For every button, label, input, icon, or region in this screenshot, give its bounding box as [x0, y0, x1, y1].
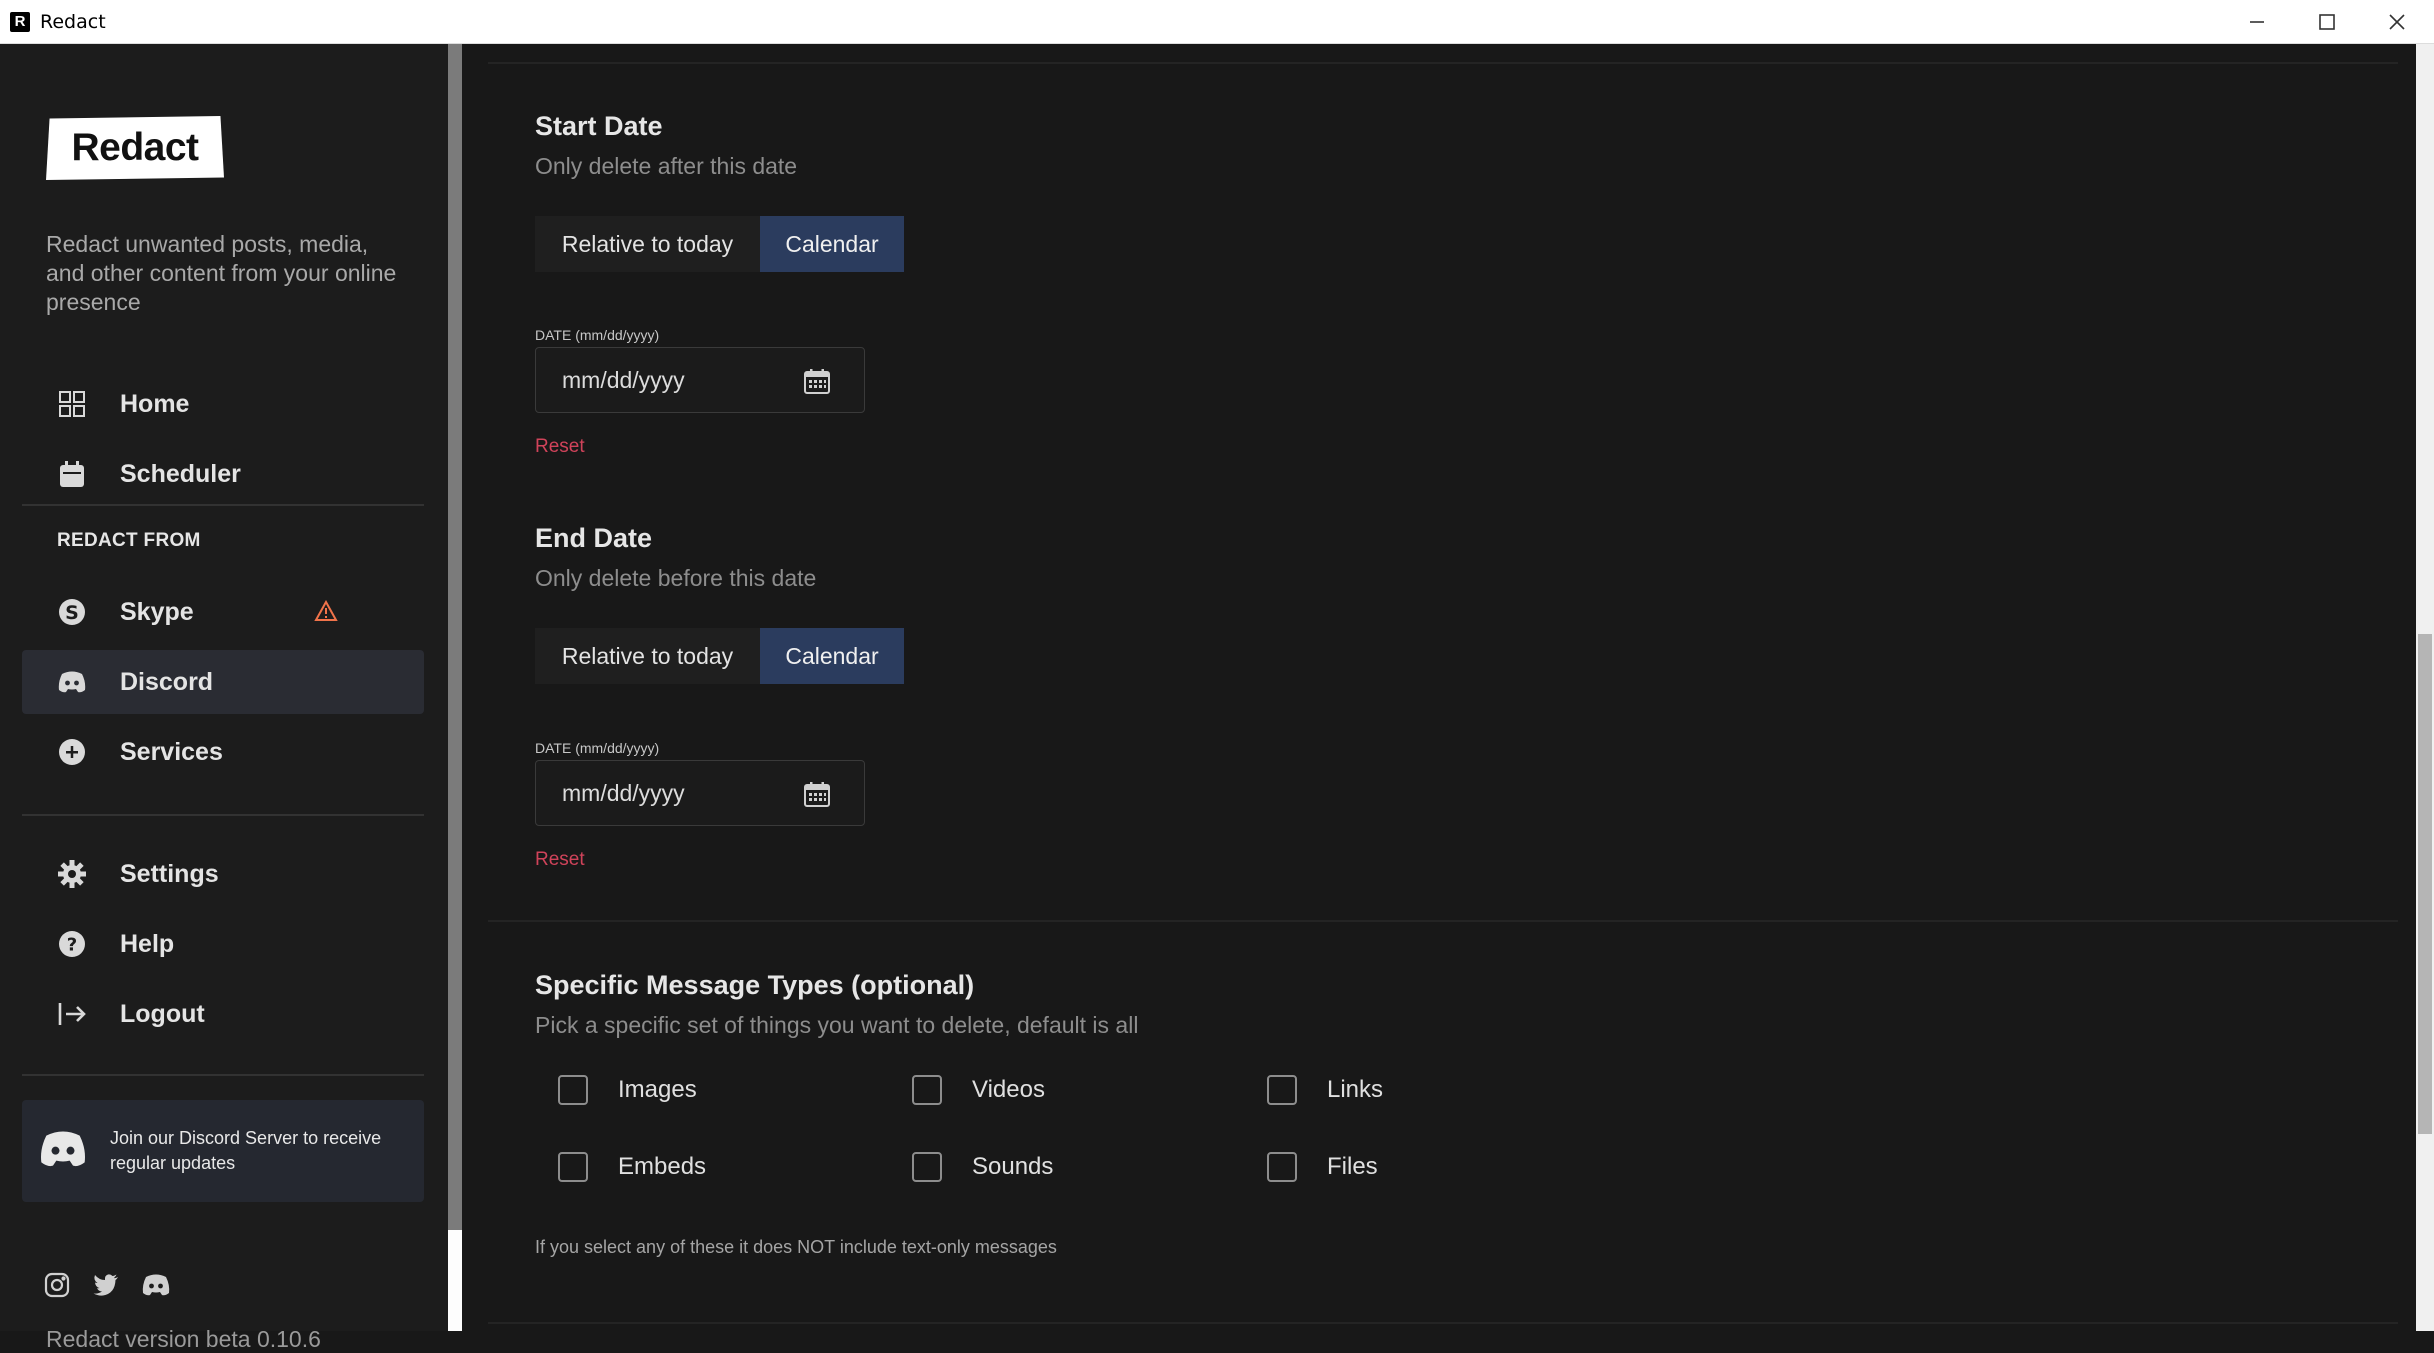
sidebar-item-scheduler[interactable]: Scheduler [22, 442, 424, 506]
logout-icon [54, 996, 90, 1032]
grid-icon [54, 386, 90, 422]
checkbox-label: Files [1327, 1153, 1378, 1180]
checkbox-links[interactable]: Links [1267, 1074, 1383, 1106]
warning-icon [314, 599, 338, 627]
end-calendar-option[interactable]: Calendar [760, 628, 904, 684]
start-calendar-option[interactable]: Calendar [760, 216, 904, 272]
gear-icon [54, 856, 90, 892]
discord-join-card[interactable]: Join our Discord Server to receive regul… [22, 1100, 424, 1202]
sidebar-item-label: Home [120, 389, 190, 418]
checkbox-images[interactable]: Images [558, 1074, 697, 1106]
tagline: Redact unwanted posts, media, and other … [46, 231, 397, 315]
svg-text:S: S [65, 602, 79, 624]
sidebar-item-label: Services [120, 737, 223, 766]
checkbox-box[interactable] [1267, 1152, 1297, 1182]
checkbox-box[interactable] [558, 1152, 588, 1182]
section-divider [488, 1322, 2398, 1324]
end-date-title: End Date [535, 523, 653, 553]
sidebar-item-label: Scheduler [120, 459, 241, 488]
plus-circle-icon [54, 734, 90, 770]
checkbox-videos[interactable]: Videos [912, 1074, 1045, 1106]
sidebar-item-home[interactable]: Home [22, 372, 424, 436]
checkbox-label: Embeds [618, 1153, 707, 1180]
start-date-input[interactable]: mm/dd/yyyy [535, 347, 865, 413]
sidebar-item-label: Skype [120, 597, 194, 626]
start-date-title: Start Date [535, 111, 663, 141]
section-divider [488, 62, 2398, 64]
message-types-note: If you select any of these it does NOT i… [535, 1237, 1057, 1257]
checkbox-label: Videos [972, 1076, 1045, 1103]
checkbox-label: Images [618, 1076, 697, 1103]
main-scrollbar-thumb[interactable] [2418, 634, 2432, 1134]
sidebar-item-discord[interactable]: Discord [22, 650, 424, 714]
checkbox-box[interactable] [912, 1152, 942, 1182]
checkbox-label: Sounds [972, 1153, 1054, 1180]
sidebar-divider [22, 504, 424, 506]
sidebar-item-label: Discord [120, 667, 214, 696]
sidebar-item-skype[interactable]: S Skype [22, 580, 424, 644]
close-button[interactable] [2362, 0, 2432, 44]
end-date-mode-toggle: Relative to today Calendar [535, 628, 904, 684]
window-title: Redact [40, 10, 106, 33]
sidebar-divider [22, 1074, 424, 1076]
message-types-subtitle: Pick a specific set of things you want t… [535, 1012, 1139, 1038]
svg-text:?: ? [67, 935, 77, 956]
sidebar-scrollbar[interactable] [448, 44, 462, 1331]
discord-icon[interactable] [141, 1270, 171, 1300]
section-divider [488, 920, 2398, 922]
end-date-reset-link[interactable]: Reset [535, 849, 585, 871]
discord-icon [54, 664, 90, 700]
checkbox-box[interactable] [912, 1075, 942, 1105]
minimize-button[interactable] [2222, 0, 2292, 44]
twitter-icon[interactable] [91, 1270, 121, 1300]
discord-icon [38, 1129, 90, 1174]
end-date-subtitle: Only delete before this date [535, 565, 817, 591]
instagram-icon[interactable] [42, 1270, 72, 1300]
maximize-icon [2319, 14, 2335, 30]
message-types-title: Specific Message Types (optional) [535, 970, 975, 1000]
end-relative-option[interactable]: Relative to today [535, 628, 760, 684]
main-scrollbar[interactable] [2416, 44, 2434, 1331]
start-date-mode-toggle: Relative to today Calendar [535, 216, 904, 272]
sidebar-item-help[interactable]: ? Help [22, 912, 424, 976]
checkbox-embeds[interactable]: Embeds [558, 1151, 706, 1183]
start-date-placeholder: mm/dd/yyyy [562, 366, 685, 393]
discord-card-text: Join our Discord Server to receive regul… [110, 1128, 382, 1173]
end-date-input[interactable]: mm/dd/yyyy [535, 760, 865, 826]
version-label: Redact version beta 0.10.6 [46, 1326, 321, 1352]
sidebar-item-label: Settings [120, 859, 219, 888]
calendar-picker-icon[interactable] [804, 781, 830, 812]
checkbox-box[interactable] [1267, 1075, 1297, 1105]
sidebar: Redact Redact unwanted posts, media, and… [0, 44, 448, 1352]
sidebar-item-services[interactable]: Services [22, 720, 424, 784]
sidebar-item-settings[interactable]: Settings [22, 842, 424, 906]
calendar-picker-icon[interactable] [804, 368, 830, 399]
close-icon [2389, 14, 2405, 30]
checkbox-box[interactable] [558, 1075, 588, 1105]
checkbox-files[interactable]: Files [1267, 1151, 1378, 1183]
section-label: REDACT FROM [57, 530, 201, 551]
sidebar-scrollbar-thumb[interactable] [448, 44, 462, 1230]
start-relative-option[interactable]: Relative to today [535, 216, 760, 272]
help-icon: ? [54, 926, 90, 962]
maximize-button[interactable] [2292, 0, 2362, 44]
end-date-placeholder: mm/dd/yyyy [562, 779, 685, 806]
checkbox-sounds[interactable]: Sounds [912, 1151, 1053, 1183]
sidebar-item-logout[interactable]: Logout [22, 982, 424, 1046]
sidebar-item-label: Logout [120, 999, 205, 1028]
checkbox-label: Links [1327, 1076, 1384, 1103]
sidebar-item-label: Help [120, 929, 175, 958]
calendar-icon [54, 456, 90, 492]
start-date-subtitle: Only delete after this date [535, 153, 798, 179]
end-date-field-label: DATE (mm/dd/yyyy) [535, 740, 660, 756]
skype-icon: S [54, 594, 90, 630]
redact-logo[interactable]: Redact [46, 116, 224, 180]
minimize-icon [2250, 21, 2264, 23]
app-icon: R [10, 11, 30, 32]
start-date-reset-link[interactable]: Reset [535, 436, 585, 458]
sidebar-divider [22, 814, 424, 816]
start-date-field-label: DATE (mm/dd/yyyy) [535, 327, 660, 343]
window-titlebar: R Redact [0, 0, 2434, 44]
